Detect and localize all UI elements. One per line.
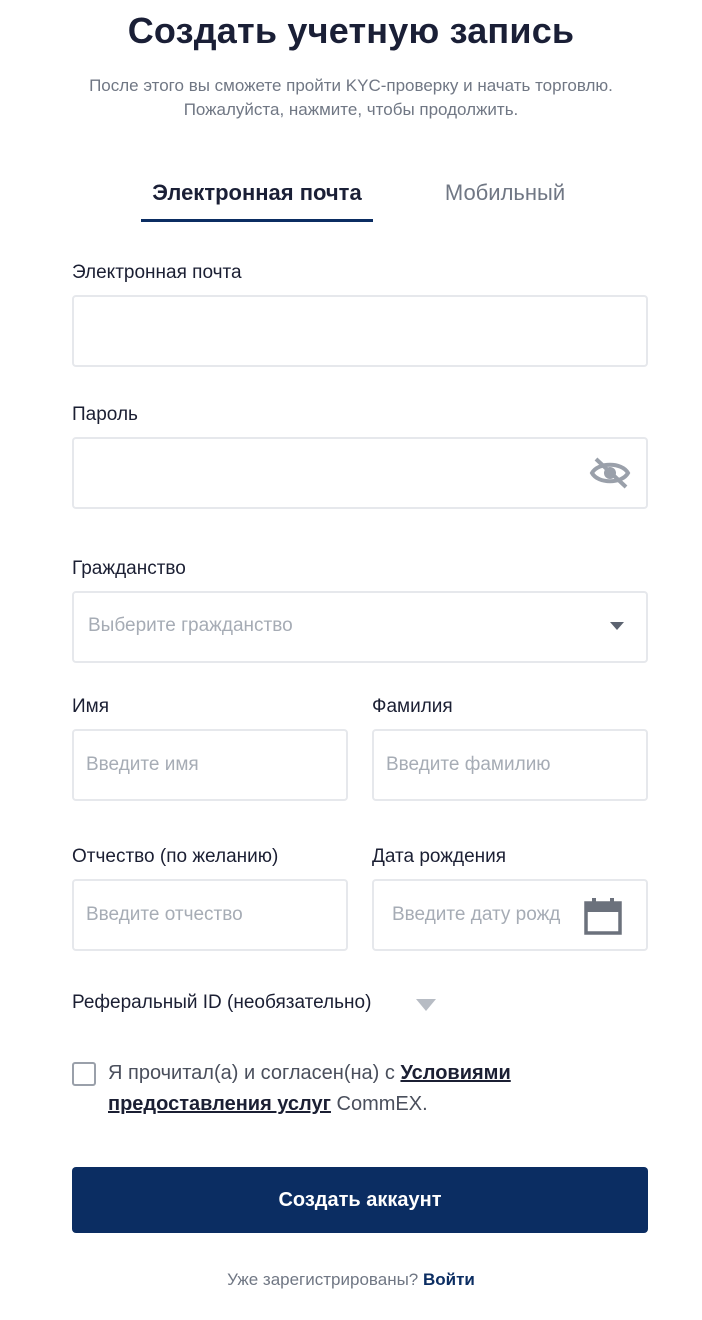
middle-name-input[interactable] (86, 881, 334, 949)
login-link[interactable]: Войти (423, 1270, 475, 1289)
email-input[interactable] (86, 297, 634, 365)
terms-prefix: Я прочитал(а) и согласен(на) с (108, 1062, 401, 1084)
last-name-field-box (372, 729, 648, 801)
citizenship-label: Гражданство (72, 558, 186, 579)
password-field-box (72, 437, 648, 509)
referral-toggle[interactable]: Реферальный ID (необязательно) (72, 992, 371, 1014)
login-prompt: Уже зарегистрированы? Войти (0, 1270, 702, 1290)
password-input[interactable] (86, 439, 566, 507)
citizenship-select[interactable]: Выберите гражданство (72, 591, 648, 663)
birth-date-label: Дата рождения (372, 846, 507, 867)
caret-down-icon[interactable] (416, 999, 436, 1011)
page-title: Создать учетную запись (127, 10, 575, 51)
birth-date-input[interactable] (392, 881, 582, 949)
tab-mobile[interactable]: Мобильный (420, 180, 590, 206)
last-name-label: Фамилия (372, 696, 453, 717)
password-label: Пароль (72, 404, 138, 425)
email-label: Электронная почта (72, 262, 242, 283)
middle-name-field-box (72, 879, 348, 951)
terms-text: Я прочитал(а) и согласен(на) с Условиями… (108, 1058, 568, 1120)
create-account-button[interactable]: Создать аккаунт (72, 1167, 648, 1233)
active-tab-indicator (141, 219, 373, 222)
page-subtitle: После этого вы сможете пройти KYC-провер… (40, 74, 662, 122)
last-name-input[interactable] (386, 731, 634, 799)
tab-email[interactable]: Электронная почта (141, 180, 373, 206)
subtitle-line-2: Пожалуйста, нажмите, чтобы продолжить. (183, 100, 519, 119)
middle-name-label: Отчество (по желанию) (72, 846, 279, 867)
caret-down-icon (610, 622, 624, 630)
subtitle-line-1: После этого вы сможете пройти KYC-провер… (89, 76, 613, 95)
eye-slash-icon[interactable] (588, 453, 632, 493)
birth-date-field-box (372, 879, 648, 951)
terms-suffix: CommEX. (330, 1093, 428, 1115)
first-name-input[interactable] (86, 731, 334, 799)
terms-checkbox[interactable] (72, 1062, 96, 1086)
first-name-label: Имя (72, 696, 110, 717)
first-name-field-box (72, 729, 348, 801)
calendar-icon[interactable] (584, 897, 622, 935)
login-question: Уже зарегистрированы? (227, 1270, 423, 1289)
citizenship-placeholder: Выберите гражданство (88, 615, 293, 636)
email-field-box (72, 295, 648, 367)
